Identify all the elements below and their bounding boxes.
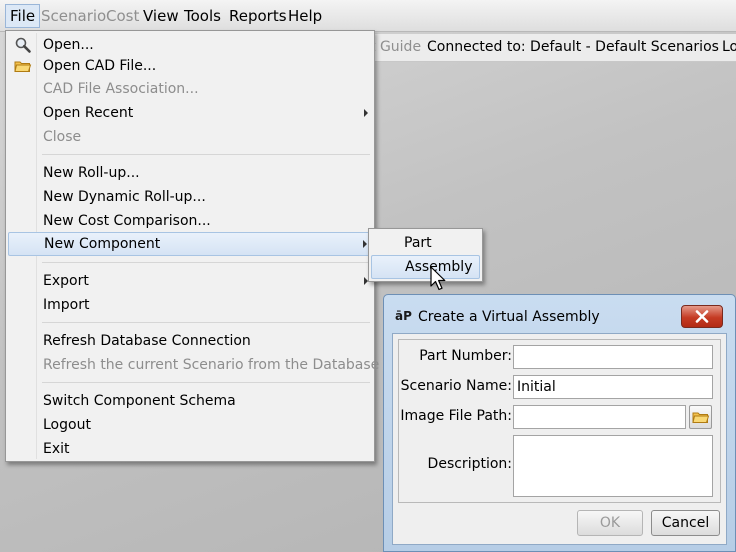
menu-item-cad-file-association: CAD File Association...	[8, 77, 372, 101]
menu-separator	[42, 322, 370, 323]
menu-item-export[interactable]: Export	[8, 269, 372, 293]
folder-icon	[692, 412, 710, 423]
getting-started-guide-link[interactable]: t Guide	[370, 39, 421, 55]
menu-item-label: New Component	[44, 236, 161, 252]
scenario-name-label: Scenario Name:	[400, 378, 512, 394]
menu-item-label: Open CAD File...	[43, 58, 157, 74]
menu-scenario: Scenario	[41, 7, 107, 25]
menu-item-switch-component-schema[interactable]: Switch Component Schema	[8, 389, 372, 413]
menu-reports[interactable]: Reports	[225, 4, 291, 28]
part-number-input[interactable]	[513, 345, 713, 369]
menu-item-label: New Cost Comparison...	[43, 213, 211, 229]
file-menu: Open... Open CAD File... CAD File Associ…	[5, 30, 379, 462]
menu-file[interactable]: File	[5, 4, 41, 28]
description-label: Description:	[427, 456, 512, 472]
menu-item-label: Switch Component Schema	[43, 393, 236, 409]
submenu-arrow-icon	[363, 240, 367, 248]
dialog-body: Part Number: Scenario Name: Image File P…	[392, 333, 727, 545]
menu-separator	[42, 382, 370, 383]
status-strip: t Guide Connected to: Default - Default …	[370, 34, 736, 62]
cancel-button[interactable]: Cancel	[651, 510, 720, 536]
submenu-item-part[interactable]: Part	[371, 231, 480, 255]
menu-item-new-cost-comparison[interactable]: New Cost Comparison...	[8, 209, 372, 233]
menu-item-label: Part	[404, 235, 432, 251]
login-status-fragment: Lo	[722, 39, 736, 55]
menu-item-exit[interactable]: Exit	[8, 437, 372, 461]
menu-item-label: Close	[43, 129, 82, 145]
menu-item-label: Refresh the current Scenario from the Da…	[43, 357, 380, 373]
menu-view[interactable]: View	[139, 4, 183, 28]
menu-bar: File Scenario Cost View Tools Reports He…	[0, 0, 736, 32]
create-virtual-assembly-dialog: āP Create a Virtual Assembly Part Number…	[383, 294, 736, 552]
browse-image-button[interactable]	[689, 405, 712, 429]
submenu-item-assembly[interactable]: Assembly	[371, 255, 480, 279]
menu-item-new-dynamic-roll-up[interactable]: New Dynamic Roll-up...	[8, 185, 372, 209]
menu-item-label: Import	[43, 297, 90, 313]
menu-item-open-cad-file[interactable]: Open CAD File...	[8, 54, 372, 78]
menu-item-label: CAD File Association...	[43, 81, 199, 97]
scenario-name-input[interactable]	[513, 375, 713, 399]
form-panel: Part Number: Scenario Name: Image File P…	[398, 339, 721, 503]
menu-item-label: Export	[43, 273, 89, 289]
image-file-path-label: Image File Path:	[400, 408, 512, 424]
part-number-label: Part Number:	[419, 348, 512, 364]
connection-status: Connected to: Default - Default Scenario…	[427, 39, 719, 55]
menu-item-import[interactable]: Import	[8, 293, 372, 317]
ok-button[interactable]: OK	[577, 510, 643, 536]
menu-item-new-roll-up[interactable]: New Roll-up...	[8, 161, 372, 185]
close-icon	[695, 310, 709, 323]
menu-item-label: New Roll-up...	[43, 165, 140, 181]
app-logo-icon: āP	[395, 309, 412, 323]
menu-item-label: Logout	[43, 417, 91, 433]
menu-item-label: New Dynamic Roll-up...	[43, 189, 206, 205]
menu-tools[interactable]: Tools	[180, 4, 225, 28]
menu-item-refresh-database-connection[interactable]: Refresh Database Connection	[8, 329, 372, 353]
menu-item-refresh-scenario: Refresh the current Scenario from the Da…	[8, 353, 379, 377]
dialog-title: Create a Virtual Assembly	[418, 309, 600, 325]
menu-item-logout[interactable]: Logout	[8, 413, 372, 437]
new-component-submenu: Part Assembly	[368, 228, 483, 282]
menu-item-label: Refresh Database Connection	[43, 333, 251, 349]
menu-separator	[42, 262, 370, 263]
mouse-pointer-icon	[430, 266, 446, 291]
image-file-path-input[interactable]	[513, 405, 686, 429]
magnifier-icon	[14, 36, 32, 54]
folder-icon	[14, 57, 32, 75]
submenu-arrow-icon	[364, 109, 368, 117]
menu-item-new-component[interactable]: New Component	[8, 232, 372, 256]
close-button[interactable]	[681, 305, 723, 328]
menu-cost: Cost	[106, 7, 140, 25]
menu-separator	[42, 154, 370, 155]
description-textarea[interactable]	[513, 435, 713, 497]
dialog-titlebar[interactable]: āP Create a Virtual Assembly	[384, 295, 735, 333]
menu-item-label: Open Recent	[43, 105, 134, 121]
menu-help[interactable]: Help	[284, 4, 326, 28]
menu-item-label: Exit	[43, 441, 70, 457]
menu-item-close: Close	[8, 125, 372, 149]
menu-item-open-recent[interactable]: Open Recent	[8, 101, 372, 125]
